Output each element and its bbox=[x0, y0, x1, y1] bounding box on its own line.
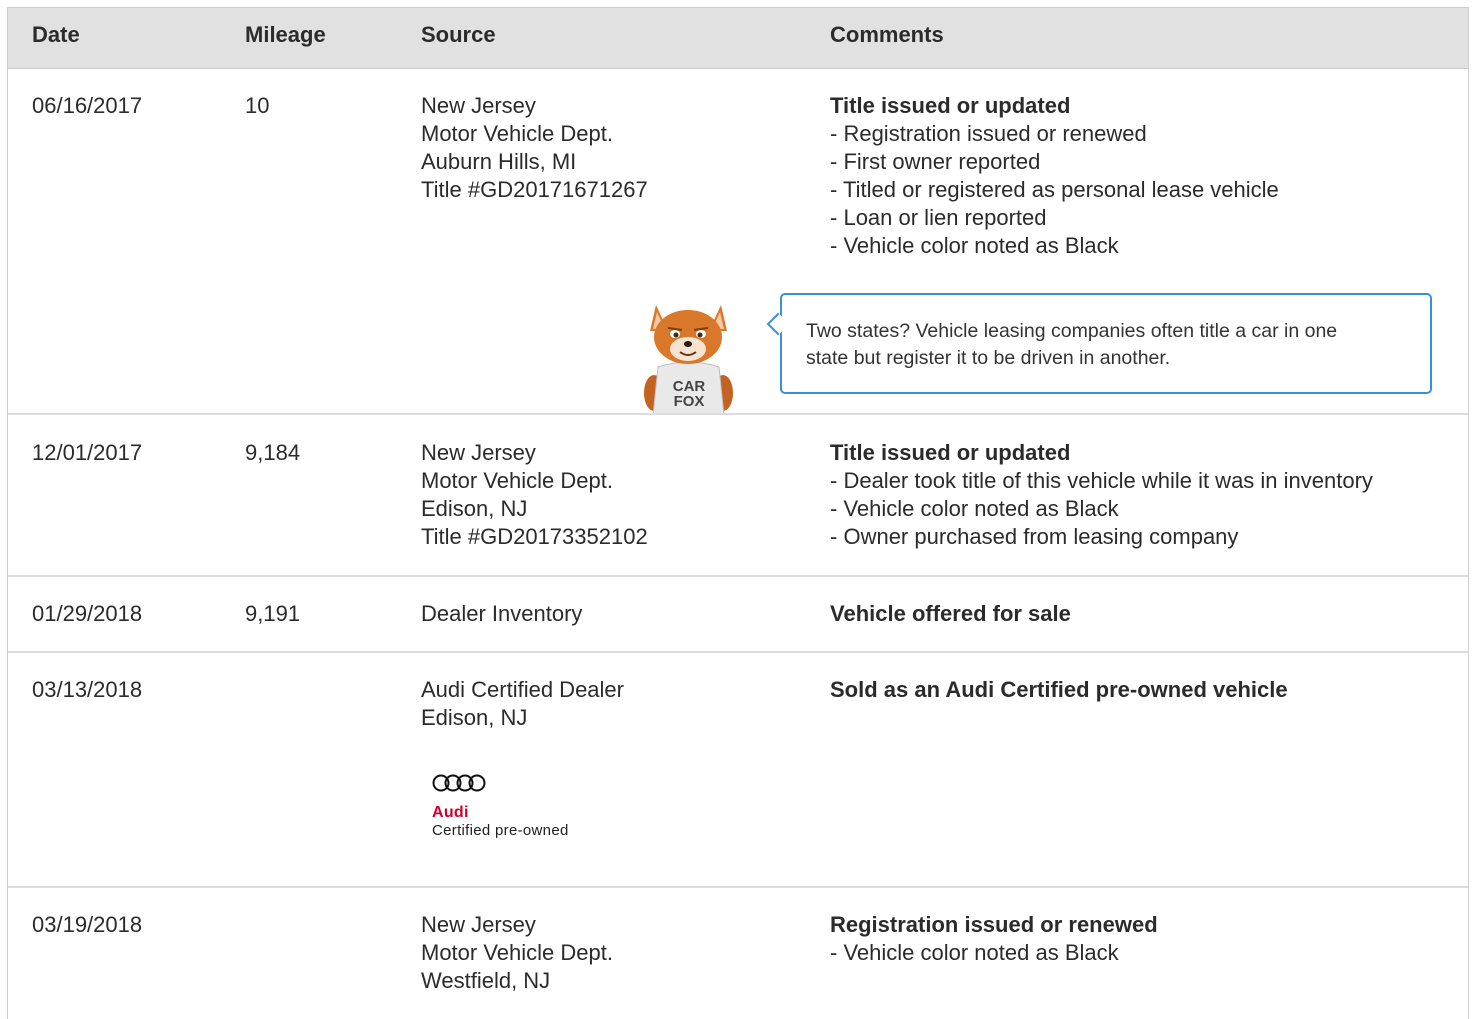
source-line: Motor Vehicle Dept. bbox=[421, 468, 613, 493]
row-divider bbox=[8, 886, 1468, 888]
record-date: 01/29/2018 bbox=[32, 601, 143, 626]
mascot-shirt-text: FOX bbox=[674, 393, 705, 410]
vehicle-history-table: Date Mileage Source Comments 06/16/2017 … bbox=[7, 7, 1469, 1019]
record-comments: Title issued or updated Dealer took titl… bbox=[830, 439, 1373, 551]
source-line: Westfield, NJ bbox=[421, 968, 551, 993]
record-source: New Jersey Motor Vehicle Dept. Westfield… bbox=[421, 911, 613, 995]
record-mileage: 9,184 bbox=[245, 440, 301, 465]
row-divider bbox=[8, 651, 1468, 653]
tooltip-text: state but register it to be driven in an… bbox=[806, 347, 1171, 369]
record-source: Audi Certified Dealer Edison, NJ bbox=[421, 676, 624, 732]
source-line: Edison, NJ bbox=[421, 705, 528, 730]
table-header: Date Mileage Source Comments bbox=[8, 8, 1468, 69]
record-comments: Title issued or updated Registration iss… bbox=[830, 92, 1279, 260]
audi-subtitle-label: Certified pre-owned bbox=[432, 822, 569, 839]
comment-item: First owner reported bbox=[830, 148, 1279, 176]
comment-item: Vehicle color noted as Black bbox=[830, 939, 1158, 967]
record-date: 03/19/2018 bbox=[32, 912, 143, 937]
record-source: New Jersey Motor Vehicle Dept. Auburn Hi… bbox=[421, 92, 648, 204]
column-header-mileage: Mileage bbox=[245, 22, 326, 47]
comment-title: Sold as an Audi Certified pre-owned vehi… bbox=[830, 677, 1288, 702]
record-source: Dealer Inventory bbox=[421, 600, 582, 628]
source-line: New Jersey bbox=[421, 912, 536, 937]
source-line: Audi Certified Dealer bbox=[421, 677, 624, 702]
comment-title: Vehicle offered for sale bbox=[830, 601, 1071, 626]
source-line: Auburn Hills, MI bbox=[421, 149, 577, 174]
comment-title: Registration issued or renewed bbox=[830, 912, 1158, 937]
record-mileage: 9,191 bbox=[245, 601, 301, 626]
record-mileage: 10 bbox=[245, 93, 270, 118]
record-comments: Vehicle offered for sale bbox=[830, 600, 1071, 628]
comment-item: Dealer took title of this vehicle while … bbox=[830, 467, 1372, 495]
source-line: Motor Vehicle Dept. bbox=[421, 121, 613, 146]
audi-brand-label: Audi bbox=[432, 804, 469, 821]
comment-item: Vehicle color noted as Black bbox=[830, 232, 1279, 260]
source-line: Dealer Inventory bbox=[421, 601, 583, 626]
record-date: 03/13/2018 bbox=[32, 677, 143, 702]
source-line: Motor Vehicle Dept. bbox=[421, 940, 613, 965]
record-date: 06/16/2017 bbox=[32, 93, 143, 118]
column-header-date: Date bbox=[32, 22, 80, 47]
record-date: 12/01/2017 bbox=[32, 440, 143, 465]
tooltip-text: Two states? Vehicle leasing companies of… bbox=[806, 320, 1338, 342]
record-comments: Registration issued or renewed Vehicle c… bbox=[830, 911, 1158, 967]
source-line: New Jersey bbox=[421, 93, 536, 118]
comment-item: Registration issued or renewed bbox=[830, 120, 1279, 148]
source-line: New Jersey bbox=[421, 440, 536, 465]
comment-item: Loan or lien reported bbox=[830, 204, 1279, 232]
tooltip-bubble: Two states? Vehicle leasing companies of… bbox=[780, 293, 1432, 394]
comment-item: Titled or registered as personal lease v… bbox=[830, 176, 1279, 204]
carfox-mascot-icon: CAR FOX bbox=[644, 305, 733, 415]
comment-title: Title issued or updated bbox=[830, 440, 1071, 465]
audi-certified-logo: Audi Certified pre-owned bbox=[432, 772, 632, 844]
row-divider bbox=[8, 413, 1468, 415]
column-header-source: Source bbox=[421, 22, 496, 47]
row-divider bbox=[8, 575, 1468, 577]
comment-item: Owner purchased from leasing company bbox=[830, 523, 1373, 551]
source-line: Title #GD20171671267 bbox=[421, 177, 648, 202]
comment-title: Title issued or updated bbox=[830, 93, 1071, 118]
record-comments: Sold as an Audi Certified pre-owned vehi… bbox=[830, 676, 1288, 704]
record-source: New Jersey Motor Vehicle Dept. Edison, N… bbox=[421, 439, 648, 551]
source-line: Title #GD20173352102 bbox=[421, 524, 648, 549]
source-line: Edison, NJ bbox=[421, 496, 528, 521]
column-header-comments: Comments bbox=[830, 22, 944, 47]
comment-item: Vehicle color noted as Black bbox=[830, 495, 1373, 523]
audi-rings-icon bbox=[432, 774, 486, 792]
